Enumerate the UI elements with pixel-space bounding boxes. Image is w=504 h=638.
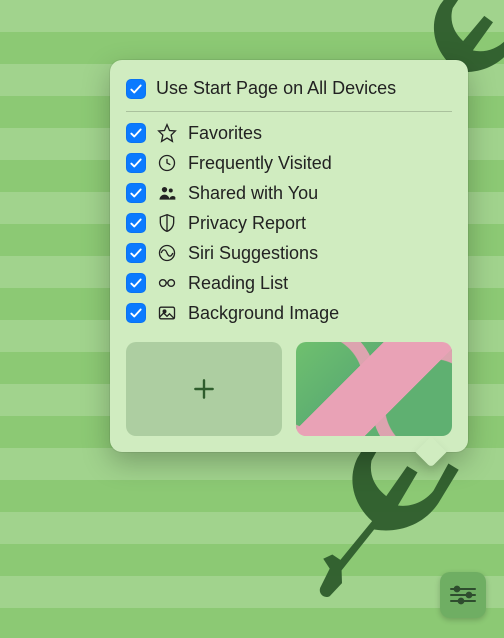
separator: [126, 111, 452, 112]
plus-icon: [191, 376, 217, 402]
option-reading-list[interactable]: Reading List: [126, 268, 452, 298]
add-background-image-button[interactable]: [126, 342, 282, 436]
checkbox-checked-icon: [126, 123, 146, 143]
option-favorites[interactable]: Favorites: [126, 118, 452, 148]
clock-icon: [156, 152, 178, 174]
option-label: Siri Suggestions: [188, 243, 452, 264]
shield-icon: [156, 212, 178, 234]
option-use-start-page-all-devices[interactable]: Use Start Page on All Devices: [126, 74, 452, 103]
customize-start-page-button[interactable]: [440, 572, 486, 618]
option-label: Favorites: [188, 123, 452, 144]
option-background-image[interactable]: Background Image: [126, 298, 452, 328]
checkbox-checked-icon: [126, 303, 146, 323]
option-privacy-report[interactable]: Privacy Report: [126, 208, 452, 238]
siri-icon: [156, 242, 178, 264]
background-image-thumbnails: [126, 342, 452, 436]
option-label: Privacy Report: [188, 213, 452, 234]
option-label: Use Start Page on All Devices: [156, 78, 452, 99]
people-icon: [156, 182, 178, 204]
checkbox-checked-icon: [126, 243, 146, 263]
option-frequently-visited[interactable]: Frequently Visited: [126, 148, 452, 178]
checkbox-checked-icon: [126, 213, 146, 233]
checkbox-checked-icon: [126, 79, 146, 99]
option-label: Background Image: [188, 303, 452, 324]
option-shared-with-you[interactable]: Shared with You: [126, 178, 452, 208]
option-label: Reading List: [188, 273, 452, 294]
checkbox-checked-icon: [126, 153, 146, 173]
start-page-customize-popover: Use Start Page on All Devices Favorites …: [110, 60, 468, 452]
glasses-icon: [156, 272, 178, 294]
option-siri-suggestions[interactable]: Siri Suggestions: [126, 238, 452, 268]
checkbox-checked-icon: [126, 273, 146, 293]
option-label: Frequently Visited: [188, 153, 452, 174]
sliders-icon: [449, 585, 477, 605]
background-image-thumbnail[interactable]: [296, 342, 452, 436]
image-icon: [156, 302, 178, 324]
star-icon: [156, 122, 178, 144]
checkbox-checked-icon: [126, 183, 146, 203]
option-label: Shared with You: [188, 183, 452, 204]
